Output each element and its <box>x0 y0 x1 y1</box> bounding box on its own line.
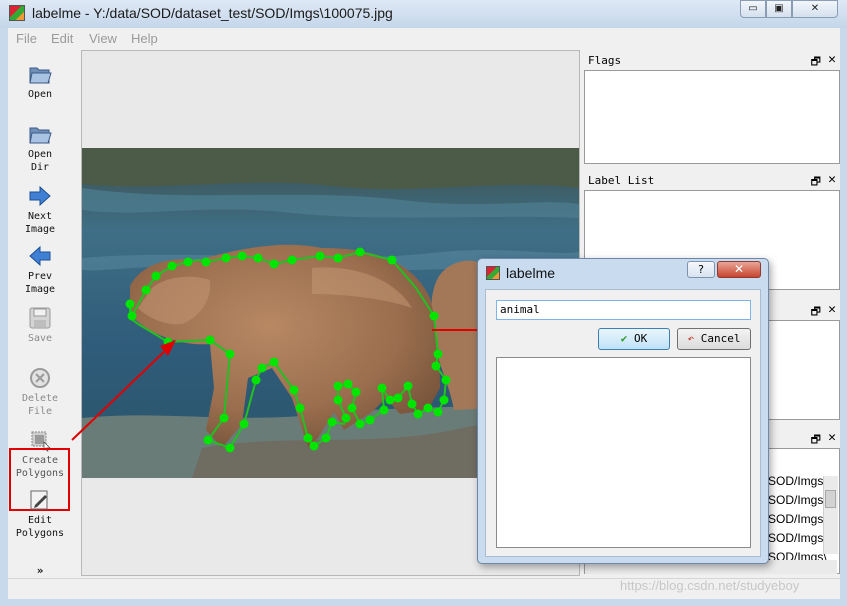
save-label: Save <box>27 333 53 344</box>
save-icon <box>29 307 51 329</box>
flags-title: Flags <box>588 54 622 67</box>
maximize-button[interactable]: ▣ <box>766 0 792 18</box>
ok-button[interactable]: ✔ OK <box>598 328 670 350</box>
dialog-close-button[interactable]: ✕ <box>717 261 761 278</box>
folder-open-icon <box>29 67 52 84</box>
delete-file-button[interactable]: Delete File <box>8 366 72 418</box>
scrollbar-thumb[interactable] <box>825 490 836 508</box>
file-list-item[interactable]: SOD/Imgs\ <box>768 474 827 488</box>
help-button[interactable]: ? <box>687 261 715 278</box>
dialog-label-list[interactable] <box>496 357 751 548</box>
arrow-left-icon <box>29 245 51 267</box>
close-icon[interactable]: ✕ <box>828 302 836 317</box>
ok-label: OK <box>634 332 648 345</box>
flags-dock: Flags 🗗 ✕ <box>584 52 840 166</box>
labelme-app-icon <box>486 266 500 280</box>
close-icon[interactable]: ✕ <box>828 172 836 187</box>
watermark-text: https://blog.csdn.net/studyeboy <box>620 578 800 593</box>
check-icon: ✔ <box>620 332 628 345</box>
flags-dock-title-bar[interactable]: Flags 🗗 ✕ <box>584 52 840 70</box>
edit-polygons-button[interactable]: Edit Polygons <box>8 488 72 540</box>
label-dialog: labelme ? ✕ animal ✔ OK ↶ Cancel <box>477 258 769 564</box>
label-input[interactable]: animal <box>496 300 751 320</box>
menu-view[interactable]: View <box>89 31 117 46</box>
left-toolbar: Open Open Dir Next Image Prev Image Save… <box>8 50 80 578</box>
undo-arrow-icon: ↶ <box>687 332 695 345</box>
edit-polygons-label: Edit Polygons <box>15 515 65 539</box>
dialog-body: animal ✔ OK ↶ Cancel <box>485 289 761 557</box>
file-list-item[interactable]: SOD/Imgs\ <box>768 512 827 526</box>
next-image-label: Next Image <box>24 211 56 235</box>
delete-file-label: Delete File <box>21 393 59 417</box>
close-icon[interactable]: ✕ <box>828 52 836 67</box>
label-list-title: Label List <box>588 174 655 187</box>
app-window: labelme - Y:/data/SOD/dataset_test/SOD/I… <box>0 0 847 606</box>
menu-bar: File Edit View Help <box>8 28 840 50</box>
labelme-app-icon <box>9 5 25 21</box>
cancel-button[interactable]: ↶ Cancel <box>677 328 751 350</box>
title-bar[interactable]: labelme - Y:/data/SOD/dataset_test/SOD/I… <box>0 0 847 28</box>
menu-edit[interactable]: Edit <box>51 31 73 46</box>
edit-polygon-icon <box>30 490 48 510</box>
menu-file[interactable]: File <box>16 31 37 46</box>
file-list-item[interactable]: SOD/Imgs\ <box>768 531 827 545</box>
cancel-label: Cancel <box>700 332 741 345</box>
file-list-vertical-scrollbar[interactable] <box>823 476 838 554</box>
close-window-button[interactable]: ✕ <box>792 0 838 18</box>
file-list-item[interactable]: SOD/Imgs\ <box>768 550 827 560</box>
minimize-button[interactable]: ▭ <box>740 0 766 18</box>
folder-open-icon <box>29 127 52 144</box>
next-image-button[interactable]: Next Image <box>8 184 72 236</box>
file-list-item[interactable]: SOD/Imgs\ <box>768 493 827 507</box>
save-button[interactable]: Save <box>8 306 72 345</box>
prev-image-label: Prev Image <box>24 271 56 295</box>
open-dir-label: Open Dir <box>27 149 53 173</box>
menu-help[interactable]: Help <box>131 31 158 46</box>
window-title: labelme - Y:/data/SOD/dataset_test/SOD/I… <box>32 5 393 21</box>
arrow-right-icon <box>29 185 51 207</box>
more-tools-chevron-icon[interactable]: » <box>8 564 72 577</box>
dialog-title: labelme <box>506 265 556 281</box>
flags-list[interactable] <box>584 70 840 164</box>
open-label: Open <box>27 89 53 100</box>
open-button[interactable]: Open <box>8 62 72 101</box>
close-icon[interactable]: ✕ <box>828 430 836 445</box>
open-dir-button[interactable]: Open Dir <box>8 122 72 174</box>
delete-icon <box>30 368 50 388</box>
label-list-dock-title-bar[interactable]: Label List 🗗 ✕ <box>584 172 840 190</box>
prev-image-button[interactable]: Prev Image <box>8 244 72 296</box>
